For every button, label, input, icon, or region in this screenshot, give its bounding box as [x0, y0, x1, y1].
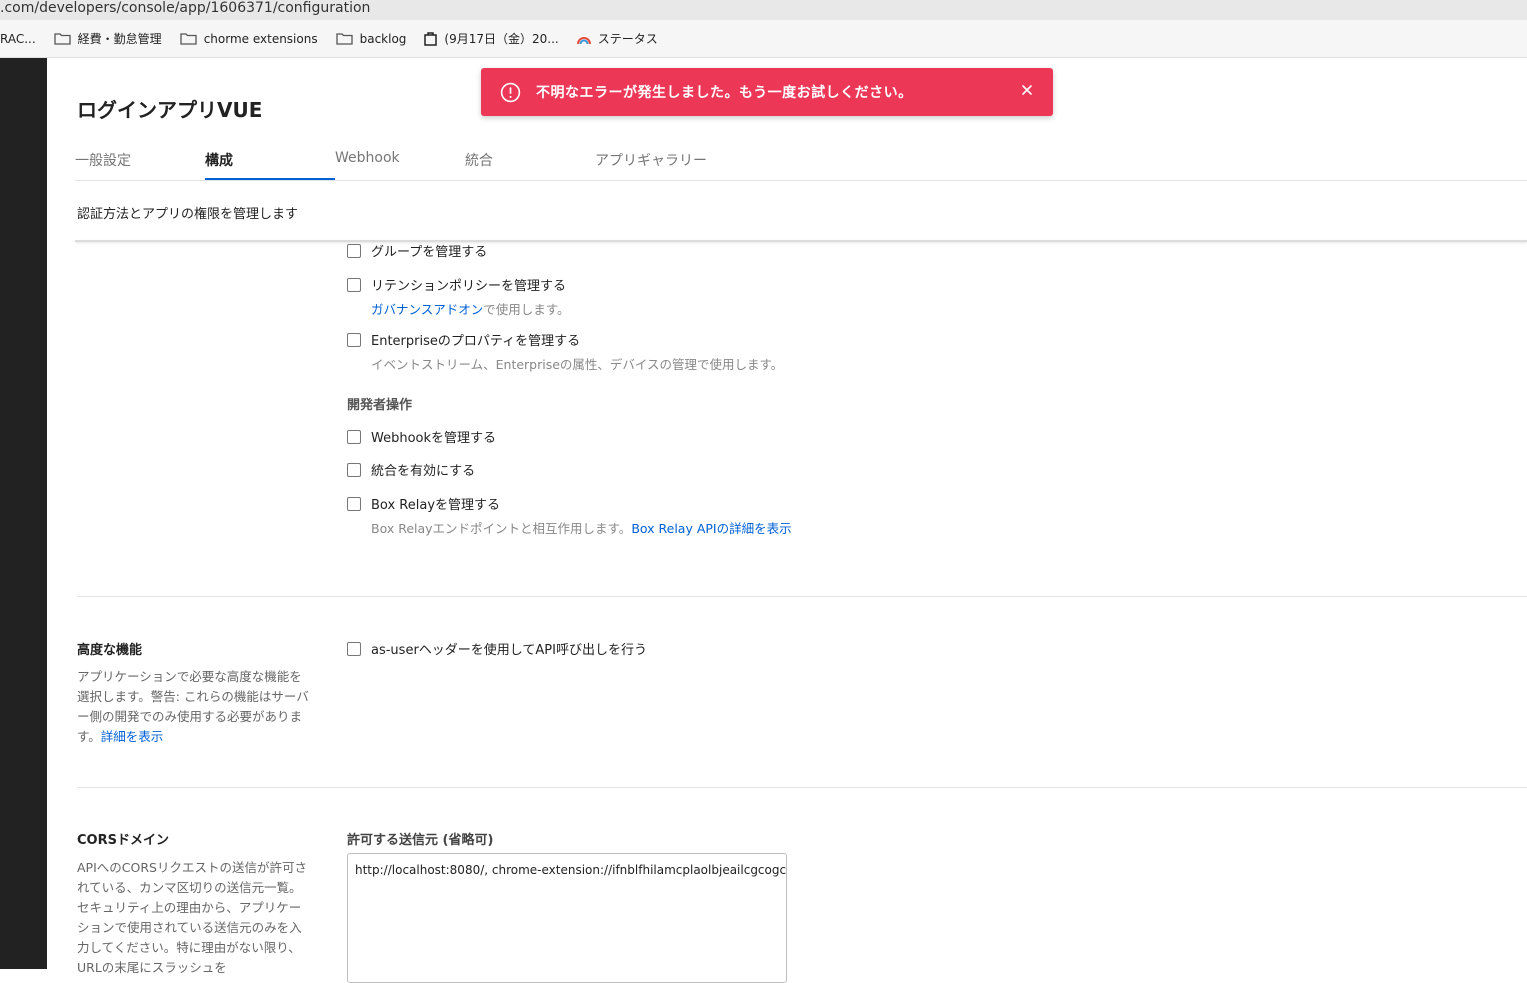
- bookmark-label: 経費・勤怠管理: [77, 32, 162, 46]
- bookmark-expenses[interactable]: 経費・勤怠管理: [54, 30, 162, 47]
- scope-manage-enterprise-props[interactable]: Enterpriseのプロパティを管理する: [347, 330, 580, 349]
- bookmarks-bar: RAC... 経費・勤怠管理 chorme extensions backlog…: [0, 20, 1527, 58]
- advanced-features-title: 高度な機能: [77, 643, 143, 658]
- scope-manage-groups[interactable]: グループを管理する: [347, 241, 487, 260]
- scope-manage-retention[interactable]: リテンションポリシーを管理する: [347, 275, 566, 294]
- bookmark-label: (9月17日（金）20...: [444, 32, 559, 46]
- tab-general[interactable]: 一般設定: [75, 150, 131, 180]
- error-toast: 不明なエラーが発生しました。もう一度お試しください。: [481, 68, 1053, 116]
- bookmark-rac[interactable]: RAC...: [0, 32, 36, 46]
- cors-domains-desc: APIへのCORSリクエストの送信が許可されている、カンマ区切りの送信元一覧。セ…: [77, 860, 307, 975]
- as-user-option[interactable]: as-userヘッダーを使用してAPI呼び出しを行う: [347, 639, 647, 658]
- checkbox-label: Webhookを管理する: [371, 431, 497, 446]
- tab-bar: 一般設定 構成 Webhook 統合 アプリギャラリー: [75, 146, 1527, 181]
- bookmark-chrome-extensions[interactable]: chorme extensions: [180, 32, 318, 46]
- checkbox-label: グループを管理する: [371, 245, 488, 260]
- address-bar[interactable]: .com/developers/console/app/1606371/conf…: [0, 0, 1527, 20]
- page-title: ログインアプリVUE: [77, 98, 263, 122]
- allowed-origins-textarea[interactable]: http://localhost:8080/, chrome-extension…: [347, 853, 787, 983]
- tab-webhook[interactable]: Webhook: [335, 150, 400, 180]
- tab-configuration[interactable]: 構成: [205, 150, 335, 180]
- checkbox[interactable]: [347, 462, 361, 477]
- bookmark-label: RAC...: [0, 31, 36, 46]
- main-content: ログインアプリVUE 一般設定 構成 Webhook 統合 アプリギャラリー 認…: [47, 58, 1527, 983]
- bookmark-backlog[interactable]: backlog: [335, 31, 407, 46]
- enterprise-help: イベントストリーム、Enterpriseの属性、デバイスの管理で使用します。: [371, 357, 784, 372]
- section-divider: [77, 596, 1527, 597]
- rainbow-icon: [576, 36, 591, 44]
- governance-addon-link[interactable]: ガバナンスアドオン: [371, 302, 483, 317]
- retention-help: ガバナンスアドオンで使用します。: [371, 299, 570, 318]
- folder-icon: [54, 33, 71, 45]
- page-subtitle: 認証方法とアプリの権限を管理します: [77, 207, 299, 222]
- url-text: .com/developers/console/app/1606371/conf…: [0, 0, 371, 16]
- cors-domains-title: CORSドメイン: [77, 833, 169, 848]
- folder-icon: [180, 33, 197, 45]
- relay-api-link[interactable]: Box Relay APIの詳細を表示: [631, 521, 791, 536]
- help-text: で使用します。: [483, 302, 570, 317]
- checkbox-label: Enterpriseのプロパティを管理する: [371, 334, 581, 349]
- bookmark-label: ステータス: [597, 32, 658, 46]
- left-sidebar: [0, 58, 47, 969]
- tab-integrations[interactable]: 統合: [465, 150, 493, 180]
- checkbox[interactable]: [347, 641, 361, 656]
- alert-circle-icon: [500, 82, 521, 102]
- folder-icon: [335, 33, 353, 45]
- checkbox[interactable]: [347, 243, 361, 258]
- checkbox[interactable]: [347, 429, 361, 444]
- tab-app-gallery[interactable]: アプリギャラリー: [595, 150, 707, 180]
- advanced-features-desc: アプリケーションで必要な高度な機能を選択します。警告: これらの機能はサーバー側…: [77, 667, 313, 747]
- section-divider: [77, 787, 1527, 788]
- checkbox-label: 統合を有効にする: [371, 464, 476, 479]
- scope-manage-webhook[interactable]: Webhookを管理する: [347, 427, 496, 446]
- checkbox[interactable]: [347, 277, 361, 292]
- bookmark-event[interactable]: (9月17日（金）20...: [424, 30, 559, 47]
- checkbox-label: as-userヘッダーを使用してAPI呼び出しを行う: [371, 643, 647, 658]
- checkbox-label: Box Relayを管理する: [371, 498, 501, 513]
- bookmark-label: chorme extensions: [203, 31, 318, 46]
- bookmark-status[interactable]: ステータス: [576, 30, 658, 47]
- sticky-divider: [75, 240, 1527, 242]
- checkbox-label: リテンションポリシーを管理する: [371, 279, 567, 294]
- relay-help: Box Relayエンドポイントと相互作用します。Box Relay APIの詳…: [371, 518, 792, 537]
- scope-manage-box-relay[interactable]: Box Relayを管理する: [347, 494, 500, 513]
- allowed-origins-label: 許可する送信元 (省略可): [347, 833, 494, 848]
- learn-more-link[interactable]: 詳細を表示: [101, 729, 164, 744]
- bookmark-label: backlog: [359, 31, 407, 46]
- scope-enable-integrations[interactable]: 統合を有効にする: [347, 460, 475, 479]
- checkbox[interactable]: [347, 332, 361, 347]
- toast-message: 不明なエラーが発生しました。もう一度お試しください。: [536, 85, 913, 101]
- help-text: Box Relayエンドポイントと相互作用します。: [371, 521, 632, 536]
- close-icon[interactable]: [1019, 82, 1035, 98]
- bag-icon: [424, 32, 438, 46]
- developer-actions-heading: 開発者操作: [347, 398, 413, 413]
- checkbox[interactable]: [347, 496, 361, 511]
